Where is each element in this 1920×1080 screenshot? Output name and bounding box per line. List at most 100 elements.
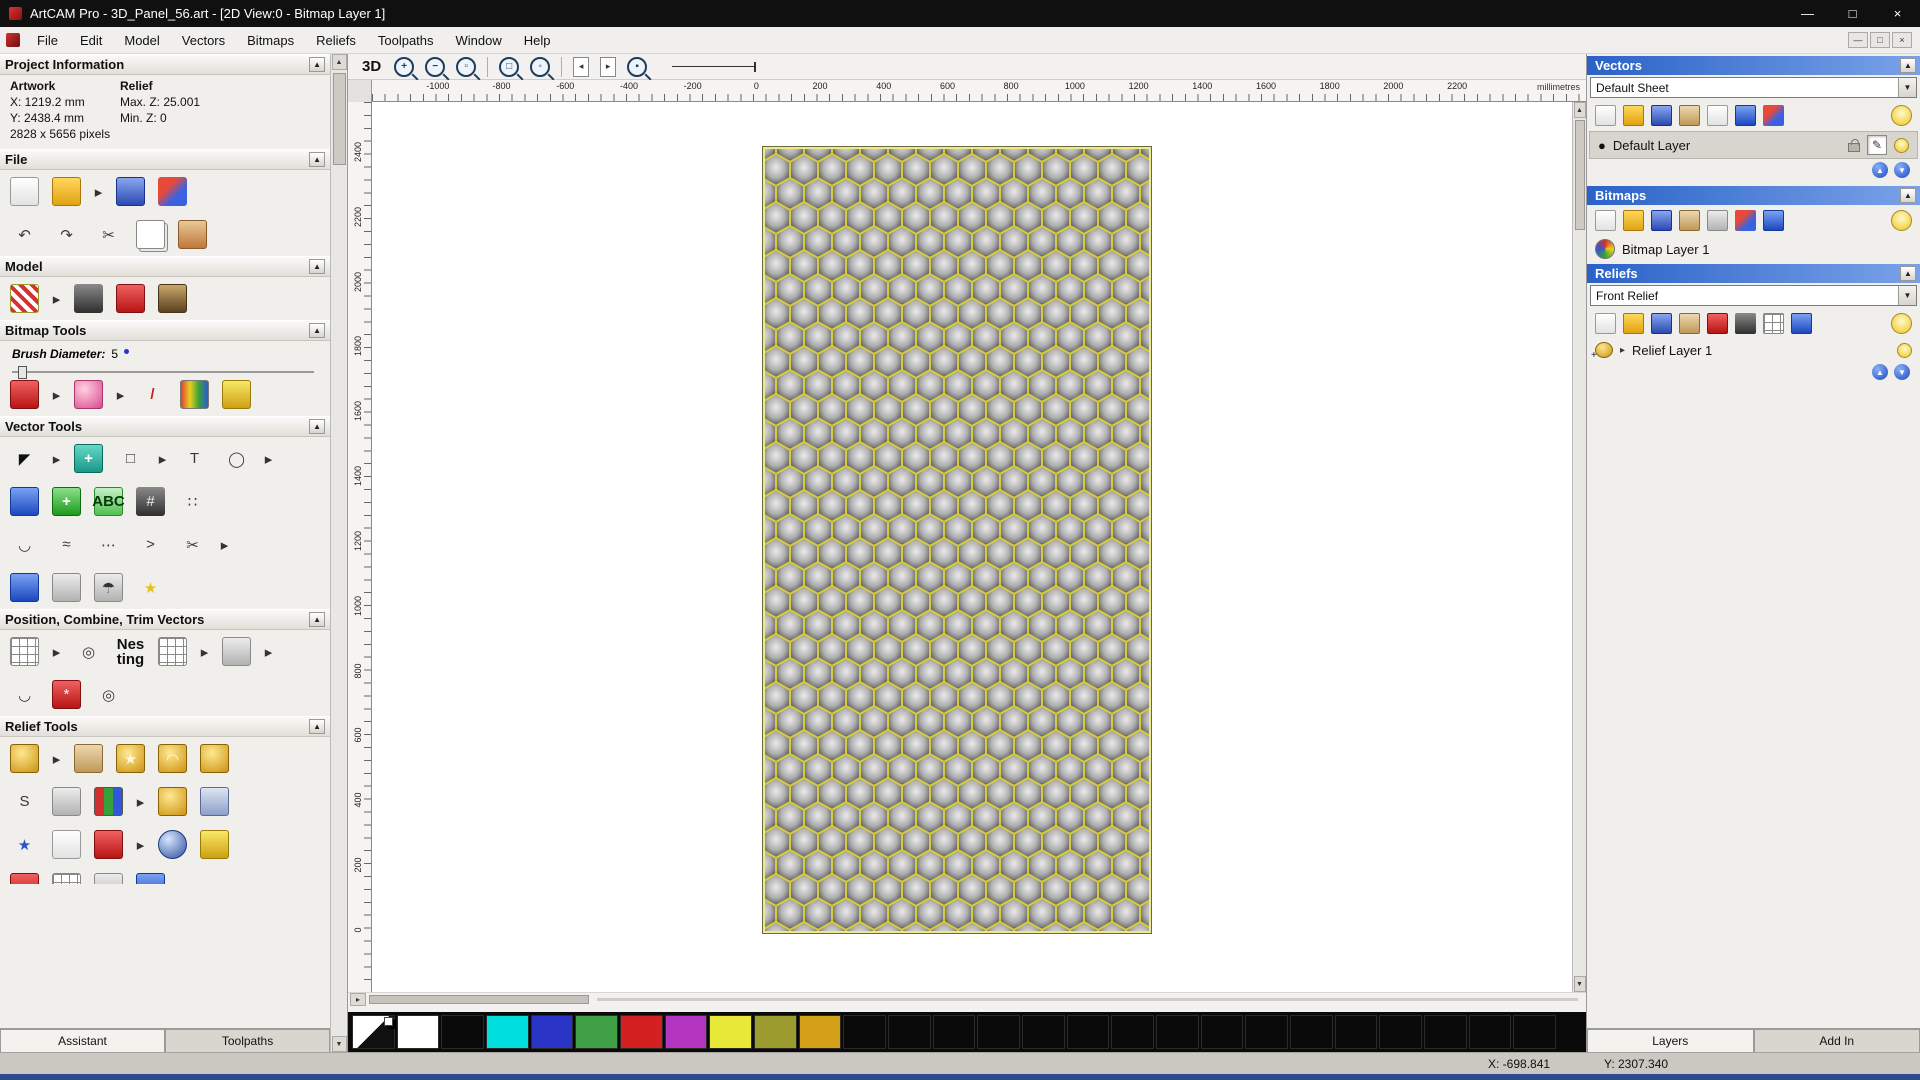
spiral-tool-icon[interactable]: ◎ [94,680,123,709]
save-relief-layer-icon[interactable] [1651,313,1672,334]
zoom-in-icon[interactable]: + [394,56,415,77]
color-swatch[interactable] [396,1015,440,1049]
free-curve-icon[interactable]: ⋯ [94,530,123,559]
drip-feed-icon[interactable] [158,787,187,816]
menu-item[interactable]: Bitmaps [236,27,305,53]
move-layer-down-button[interactable]: ▼ [1894,162,1910,178]
collapse-reliefs-button[interactable]: ▲ [1900,266,1916,281]
node-edit-icon[interactable]: > [136,530,165,559]
scroll-thumb[interactable] [369,995,589,1004]
scroll-up-button[interactable]: ▲ [1573,102,1586,118]
flyout-arrow[interactable]: ▸ [158,444,167,473]
mdi-close-button[interactable]: × [1892,32,1912,48]
align-vectors-icon[interactable] [10,637,39,666]
bitmap-layer-name[interactable]: Bitmap Layer 1 [1622,242,1912,257]
maximize-button[interactable]: □ [1830,0,1875,27]
undo-icon[interactable]: ↶ [10,220,39,249]
swept-profile-icon[interactable]: S [10,787,39,816]
sheet-select[interactable]: Default Sheet ▼ [1590,77,1917,98]
open-model-icon[interactable] [52,177,81,206]
new-vector-layer-icon[interactable] [1595,105,1616,126]
new-sheet-icon[interactable] [1707,105,1728,126]
collapse-position-tools-button[interactable]: ▲ [309,612,326,627]
2d-view-canvas[interactable] [372,102,1572,992]
zoom-objects-icon[interactable]: ◦ [530,56,551,77]
collapse-relief-tools-button[interactable]: ▲ [309,719,326,734]
color-swatch[interactable] [932,1015,976,1049]
layer-visibility-icon[interactable] [1897,342,1912,358]
colour-picker-icon[interactable]: / [138,380,167,409]
paint-icon[interactable] [10,380,39,409]
paste-text-icon[interactable]: ABC [92,487,125,516]
color-swatch[interactable] [620,1015,663,1049]
open-vector-file-icon[interactable] [1623,105,1644,126]
scroll-track[interactable] [597,998,1578,1001]
palette-icon[interactable] [180,380,209,409]
zoom-page-icon[interactable]: □ [499,56,520,77]
save-vector-layer-icon[interactable] [1651,105,1672,126]
flyout-arrow[interactable]: ▸ [52,744,61,773]
expand-layer-icon[interactable]: ▸ [1620,345,1625,356]
color-swatch[interactable] [575,1015,619,1049]
new-bitmap-layer-icon[interactable] [1595,210,1616,231]
color-swatch[interactable] [798,1015,842,1049]
color-swatch[interactable] [1290,1015,1333,1049]
delete-bitmap-layer-icon[interactable] [1763,210,1784,231]
vector-doctor-icon[interactable]: ✂ [178,530,207,559]
collapse-bitmap-tools-button[interactable]: ▲ [309,323,326,338]
scroll-thumb[interactable] [332,73,346,165]
color-swatch[interactable] [1468,1015,1512,1049]
brush-diameter-slider[interactable] [12,366,315,379]
collapse-file-button[interactable]: ▲ [309,152,326,167]
scroll-down-button[interactable]: ▼ [331,1036,347,1052]
create-rectangle-icon[interactable]: □ [116,444,145,473]
flyout-arrow[interactable]: ▸ [52,380,61,409]
transform-vectors-icon[interactable]: + [74,444,103,473]
shape-editor-icon[interactable] [10,744,39,773]
dome-relief-icon[interactable]: ◠ [158,744,187,773]
model-lighting-icon[interactable] [74,284,103,313]
redo-icon[interactable]: ↷ [52,220,81,249]
flood-fill-icon[interactable] [222,380,251,409]
flyout-arrow[interactable]: ▸ [52,444,61,473]
tab-add-in[interactable]: Add In [1753,1029,1920,1052]
zoom-selected-icon[interactable]: ▪ [627,56,648,77]
extrude-wizard-icon[interactable] [10,573,39,602]
flyout-arrow[interactable]: ▸ [52,637,61,666]
mdi-minimize-button[interactable]: — [1848,32,1868,48]
scale-relief-layer-icon[interactable] [1763,313,1784,334]
chevron-down-icon[interactable]: ▼ [1898,286,1916,305]
save-model-icon[interactable] [116,177,145,206]
envelope-tool-icon[interactable] [10,487,39,516]
create-ellipse-icon[interactable]: ◯ [222,444,251,473]
minimize-button[interactable]: — [1785,0,1830,27]
save-bitmap-layer-icon[interactable] [1651,210,1672,231]
color-swatch[interactable] [1156,1015,1199,1049]
copy-icon[interactable] [136,220,165,249]
join-vectors-icon[interactable]: ◡ [10,680,39,709]
canvas-vertical-scrollbar[interactable]: ▲ ▼ [1572,102,1586,992]
offset-relief-icon[interactable] [10,873,39,884]
canvas-horizontal-scrollbar[interactable]: ▸ [348,992,1586,1006]
create-text-icon[interactable]: T [180,444,209,473]
tab-assistant[interactable]: Assistant [0,1029,166,1052]
menu-item[interactable]: Edit [69,27,113,53]
create-star-icon[interactable]: ★ [136,573,165,602]
greyscale-icon[interactable] [1707,210,1728,231]
view-scale-slider[interactable] [672,62,757,72]
relief-side-select[interactable]: Front Relief ▼ [1590,285,1917,306]
color-swatch[interactable] [1334,1015,1378,1049]
flyout-arrow[interactable]: ▸ [136,787,145,816]
menu-item[interactable]: Window [445,27,513,53]
collapse-vector-tools-button[interactable]: ▲ [309,419,326,434]
merge-visible-vectors-icon[interactable] [1763,105,1784,126]
bitmap-layer-item[interactable]: Bitmap Layer 1 [1587,236,1920,262]
color-swatch[interactable] [1022,1015,1065,1049]
scroll-down-button[interactable]: ▼ [1573,976,1586,992]
open-relief-file-icon[interactable] [1623,313,1644,334]
menu-item[interactable]: Vectors [171,27,236,53]
toggle-all-bitmaps-icon[interactable] [1891,210,1912,231]
menu-item[interactable]: Reliefs [305,27,367,53]
fit-curve-icon[interactable]: ◡ [10,530,39,559]
texture-relief-icon[interactable]: ★ [116,744,145,773]
